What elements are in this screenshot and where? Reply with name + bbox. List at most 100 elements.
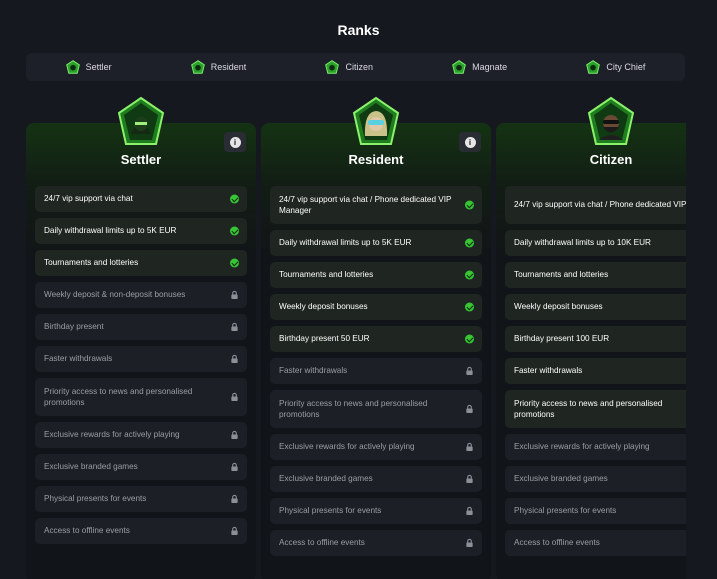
tab-citizen[interactable]: Citizen — [325, 60, 373, 74]
feature-text: Exclusive branded games — [44, 462, 138, 472]
tab-label: Magnate — [472, 62, 508, 72]
info-button[interactable]: i — [459, 132, 481, 152]
feature-row: Access to offline events — [505, 530, 686, 556]
feature-row: Birthday present 50 EUR — [270, 326, 482, 352]
rank-card-settler: i Settler 24/7 vip support via chat Dail… — [26, 96, 256, 579]
rank-tabs: Settler Resident Citizen Magnate City Ch… — [26, 53, 685, 81]
lock-icon — [231, 494, 238, 504]
feature-text: Tournaments and lotteries — [44, 258, 139, 268]
rank-badge-icon — [190, 60, 205, 74]
feature-row: Tournaments and lotteries — [270, 262, 482, 288]
lock-icon — [231, 430, 238, 440]
feature-row: 24/7 vip support via chat — [35, 186, 247, 212]
rank-cards-carousel[interactable]: i Settler 24/7 vip support via chat Dail… — [26, 96, 686, 579]
feature-row: Faster withdrawals — [270, 358, 482, 384]
feature-row: Exclusive rewards for actively playing — [270, 434, 482, 460]
rank-name: Resident — [348, 152, 404, 167]
lock-icon — [231, 392, 238, 402]
feature-row: Physical presents for events — [35, 486, 247, 512]
feature-text: Exclusive rewards for actively playing — [279, 442, 415, 452]
lock-icon — [231, 354, 238, 364]
feature-text: Birthday present 50 EUR — [279, 334, 370, 344]
feature-text: Access to offline events — [514, 538, 600, 548]
feature-text: Access to offline events — [279, 538, 365, 548]
feature-row: Birthday present 100 EUR — [505, 326, 686, 352]
lock-icon — [466, 538, 473, 548]
page-title: Ranks — [337, 22, 380, 38]
info-button[interactable]: i — [224, 132, 246, 152]
feature-text: Tournaments and lotteries — [279, 270, 374, 280]
feature-row: Physical presents for events — [505, 498, 686, 524]
check-icon — [230, 258, 239, 268]
check-icon — [465, 334, 474, 344]
feature-row: Daily withdrawal limits up to 10K EUR — [505, 230, 686, 256]
feature-list: 24/7 vip support via chat / Phone dedica… — [270, 186, 482, 562]
feature-row: Priority access to news and personalised… — [35, 378, 247, 416]
feature-text: Daily withdrawal limits up to 5K EUR — [44, 226, 177, 236]
feature-text: Physical presents for events — [279, 506, 382, 516]
feature-row: Priority access to news and personalised… — [505, 390, 686, 428]
feature-row: Faster withdrawals — [35, 346, 247, 372]
feature-row: Tournaments and lotteries — [505, 262, 686, 288]
rank-badge-icon — [452, 60, 467, 74]
tab-label: Resident — [210, 62, 247, 72]
feature-text: Weekly deposit & non-deposit bonuses — [44, 290, 186, 300]
tab-label: Settler — [85, 62, 112, 72]
check-icon — [230, 226, 239, 236]
feature-row: Priority access to news and personalised… — [270, 390, 482, 428]
feature-row: Exclusive branded games — [270, 466, 482, 492]
tab-label: City Chief — [606, 62, 646, 72]
feature-text: Tournaments and lotteries — [514, 270, 609, 280]
lock-icon — [231, 462, 238, 472]
feature-text: Priority access to news and personalised… — [44, 386, 193, 408]
feature-text: Daily withdrawal limits up to 10K EUR — [514, 238, 651, 248]
lock-icon — [466, 442, 473, 452]
lock-icon — [466, 404, 473, 414]
feature-text: Access to offline events — [44, 526, 130, 536]
feature-text: 24/7 vip support via chat / Phone dedica… — [279, 194, 452, 216]
feature-row: Exclusive branded games — [35, 454, 247, 480]
feature-text: Priority access to news and personalised… — [279, 398, 428, 420]
rank-badge-icon — [325, 60, 340, 74]
feature-row: Exclusive branded games — [505, 466, 686, 492]
feature-text: Birthday present 100 EUR — [514, 334, 610, 344]
check-icon — [465, 270, 474, 280]
feature-text: Faster withdrawals — [44, 354, 113, 364]
feature-row: Weekly deposit bonuses — [505, 294, 686, 320]
feature-text: Exclusive branded games — [279, 474, 373, 484]
feature-list: 24/7 vip support via chat Daily withdraw… — [35, 186, 247, 550]
info-icon: i — [229, 136, 241, 148]
lock-icon — [231, 322, 238, 332]
lock-icon — [231, 526, 238, 536]
feature-text: Weekly deposit bonuses — [279, 302, 368, 312]
feature-row: 24/7 vip support via chat / Phone dedica… — [505, 186, 686, 224]
rank-card-citizen: Citizen 24/7 vip support via chat / Phon… — [496, 96, 686, 579]
tab-city-chief[interactable]: City Chief — [586, 60, 645, 74]
tab-resident[interactable]: Resident — [190, 60, 247, 74]
feature-row: Access to offline events — [35, 518, 247, 544]
rank-badge-icon — [586, 60, 601, 74]
tab-magnate[interactable]: Magnate — [452, 60, 507, 74]
tab-label: Citizen — [345, 62, 373, 72]
feature-text: Weekly deposit bonuses — [514, 302, 603, 312]
feature-text: Birthday present — [44, 322, 104, 332]
rank-name: Settler — [120, 152, 162, 167]
feature-text: Physical presents for events — [514, 506, 617, 516]
feature-row: 24/7 vip support via chat / Phone dedica… — [270, 186, 482, 224]
feature-text: Daily withdrawal limits up to 5K EUR — [279, 238, 412, 248]
rank-badge-icon — [65, 60, 80, 74]
settler-avatar-icon — [117, 96, 165, 145]
feature-row: Faster withdrawals — [505, 358, 686, 384]
feature-row: Daily withdrawal limits up to 5K EUR — [35, 218, 247, 244]
feature-text: Exclusive rewards for actively playing — [514, 442, 650, 452]
feature-text: Exclusive branded games — [514, 474, 608, 484]
lock-icon — [466, 366, 473, 376]
rank-card-resident: i Resident 24/7 vip support via chat / P… — [261, 96, 491, 579]
resident-avatar-icon — [352, 96, 400, 145]
feature-text: 24/7 vip support via chat — [44, 194, 133, 204]
tab-settler[interactable]: Settler — [65, 60, 112, 74]
feature-row: Daily withdrawal limits up to 5K EUR — [270, 230, 482, 256]
feature-text: Faster withdrawals — [279, 366, 348, 376]
feature-row: Exclusive rewards for actively playing — [505, 434, 686, 460]
lock-icon — [466, 506, 473, 516]
